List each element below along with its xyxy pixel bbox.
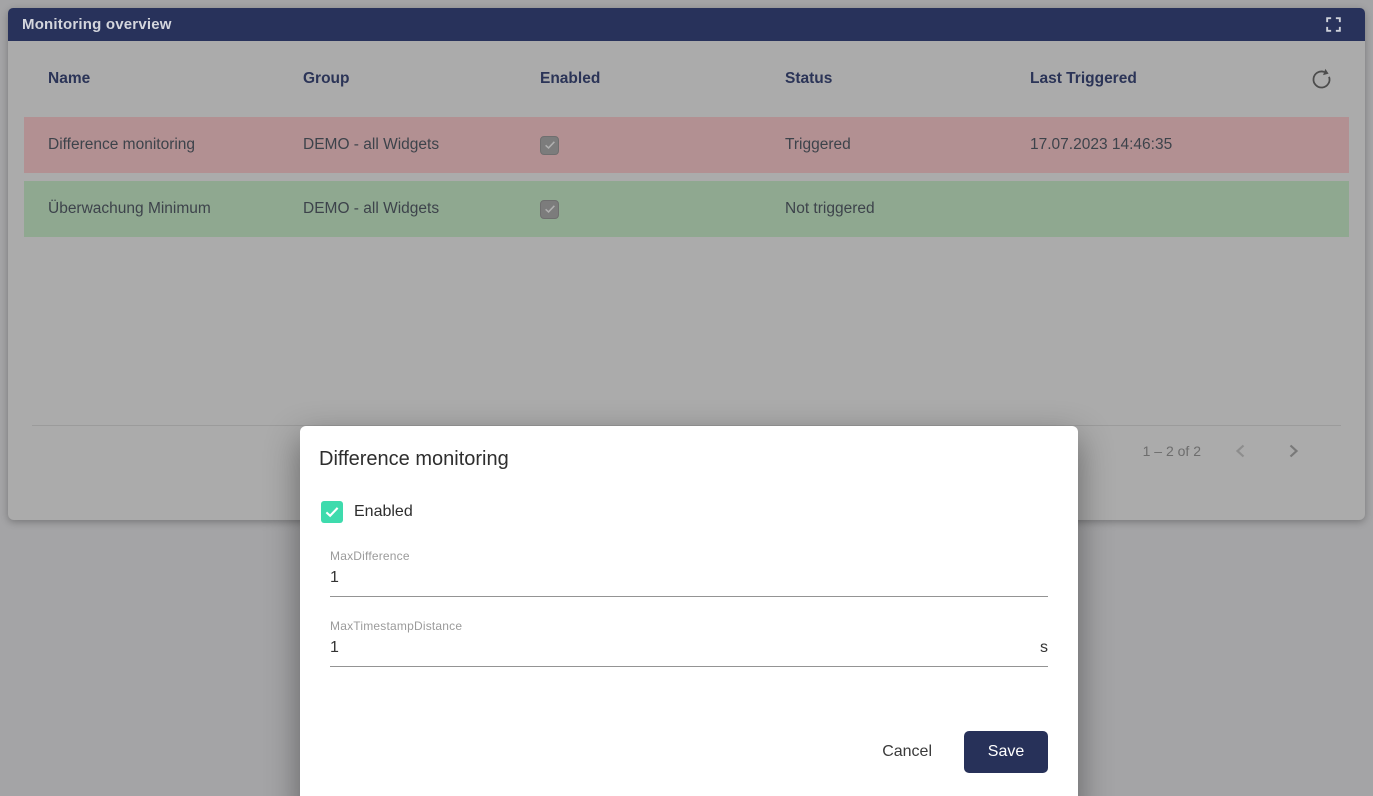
cell-status: Not triggered bbox=[785, 200, 1030, 218]
cancel-button[interactable]: Cancel bbox=[864, 733, 950, 771]
max-timestamp-distance-input[interactable] bbox=[330, 639, 1040, 657]
table-header-row: Name Group Enabled Status Last Triggered bbox=[24, 41, 1349, 117]
unit-suffix: s bbox=[1040, 639, 1048, 657]
column-header-last-triggered: Last Triggered bbox=[1030, 70, 1309, 88]
enabled-checkbox-label: Enabled bbox=[354, 503, 413, 521]
fullscreen-button[interactable] bbox=[1324, 15, 1343, 34]
save-button[interactable]: Save bbox=[964, 731, 1048, 773]
check-icon bbox=[543, 202, 557, 216]
max-difference-underline bbox=[330, 564, 1048, 597]
check-icon bbox=[323, 503, 341, 521]
cell-group: DEMO - all Widgets bbox=[303, 136, 540, 154]
max-difference-label: MaxDifference bbox=[330, 549, 1048, 563]
monitoring-table: Name Group Enabled Status Last Triggered… bbox=[8, 41, 1365, 476]
dialog-actions: Cancel Save bbox=[300, 731, 1048, 773]
cell-status: Triggered bbox=[785, 136, 1030, 154]
column-header-enabled: Enabled bbox=[540, 70, 785, 88]
panel-titlebar: Monitoring overview bbox=[8, 8, 1365, 41]
enabled-checkbox[interactable] bbox=[321, 501, 343, 523]
refresh-button[interactable] bbox=[1309, 67, 1349, 92]
table-row[interactable]: Überwachung Minimum DEMO - all Widgets N… bbox=[24, 181, 1349, 237]
max-difference-input[interactable] bbox=[330, 569, 1048, 587]
column-header-name: Name bbox=[48, 70, 303, 88]
pagination-range-label: 1 – 2 of 2 bbox=[1143, 443, 1201, 459]
pagination-prev-button[interactable] bbox=[1229, 439, 1253, 463]
dialog-title: Difference monitoring bbox=[319, 448, 1078, 471]
enabled-checkbox bbox=[540, 136, 559, 155]
chevron-right-icon bbox=[1281, 439, 1305, 463]
cell-name: Difference monitoring bbox=[48, 136, 303, 154]
fullscreen-icon bbox=[1324, 15, 1343, 34]
refresh-icon bbox=[1309, 67, 1334, 92]
chevron-left-icon bbox=[1229, 439, 1253, 463]
max-timestamp-distance-field: MaxTimestampDistance s bbox=[330, 619, 1048, 667]
panel-title: Monitoring overview bbox=[22, 16, 172, 33]
column-header-status: Status bbox=[785, 70, 1030, 88]
table-row[interactable]: Difference monitoring DEMO - all Widgets… bbox=[24, 117, 1349, 173]
enabled-checkbox-row: Enabled bbox=[321, 501, 1078, 523]
check-icon bbox=[543, 138, 557, 152]
max-timestamp-distance-label: MaxTimestampDistance bbox=[330, 619, 1048, 633]
max-timestamp-distance-underline: s bbox=[330, 634, 1048, 667]
cell-name: Überwachung Minimum bbox=[48, 200, 303, 218]
cell-last-triggered: 17.07.2023 14:46:35 bbox=[1030, 136, 1309, 154]
enabled-checkbox bbox=[540, 200, 559, 219]
cell-group: DEMO - all Widgets bbox=[303, 200, 540, 218]
pagination-next-button[interactable] bbox=[1281, 439, 1305, 463]
max-difference-field: MaxDifference bbox=[330, 549, 1048, 597]
difference-monitoring-dialog: Difference monitoring Enabled MaxDiffere… bbox=[300, 426, 1078, 796]
column-header-group: Group bbox=[303, 70, 540, 88]
